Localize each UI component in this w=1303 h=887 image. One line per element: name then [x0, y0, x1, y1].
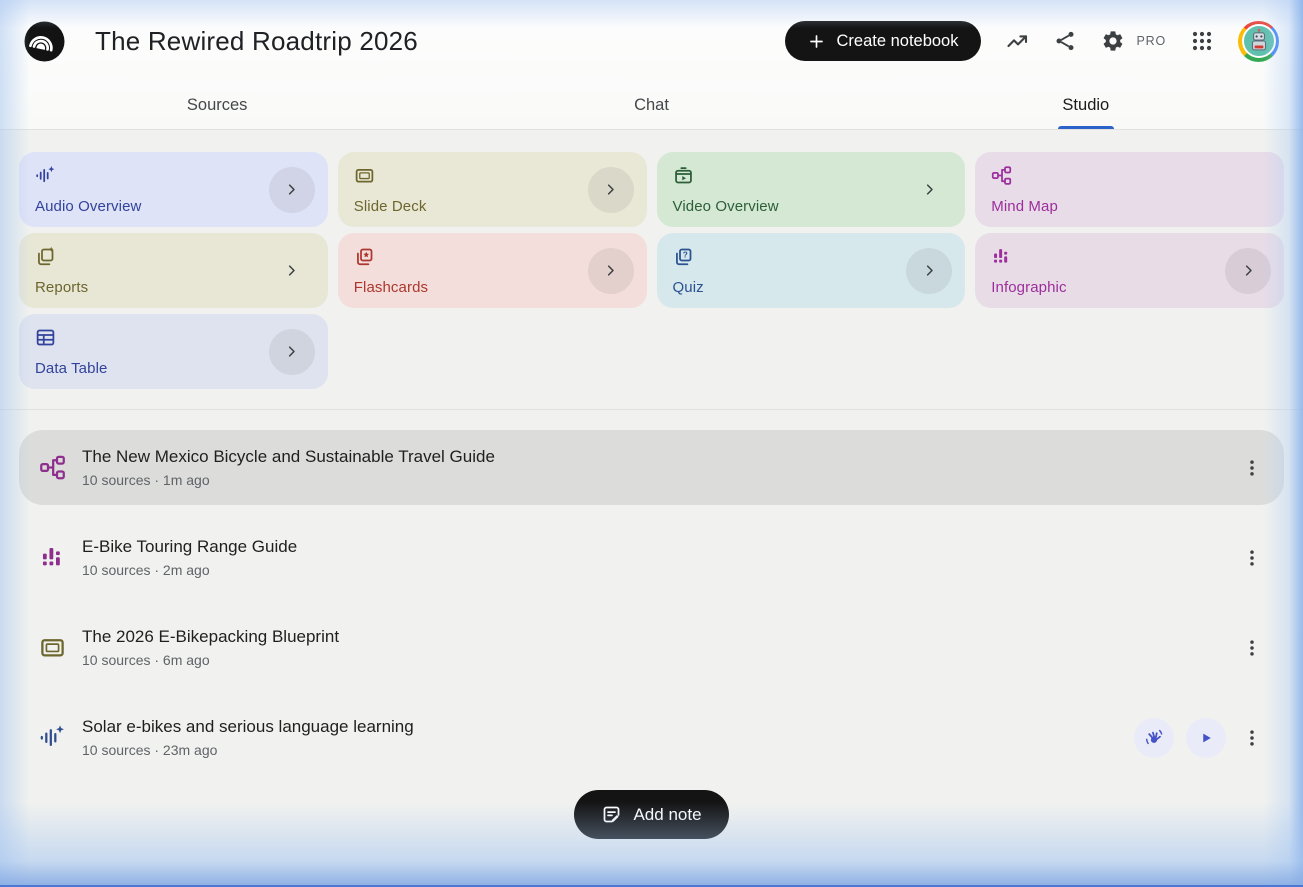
chevron-right-icon[interactable] [588, 167, 634, 213]
add-note-button[interactable]: Add note [574, 790, 728, 839]
tool-card-flashcards[interactable]: Flashcards [338, 233, 647, 308]
tool-label: Audio Overview [35, 198, 312, 215]
chevron-right-icon[interactable] [269, 248, 315, 294]
tool-label: Video Overview [673, 198, 950, 215]
video-overview-icon [673, 165, 694, 186]
audio-waveform-sparkle-icon [35, 165, 56, 186]
avatar-robot-image [1242, 24, 1276, 58]
slide-deck-icon [354, 165, 375, 186]
panel-tabs: Sources Chat Studio [0, 82, 1303, 130]
analytics-trending-icon[interactable] [1005, 29, 1029, 53]
slide-deck-icon [39, 634, 66, 661]
tool-card-slide-deck[interactable]: Slide Deck [338, 152, 647, 227]
interactive-mode-button[interactable] [1134, 718, 1174, 758]
waving-hand-icon [1143, 727, 1165, 749]
artifact-title: The 2026 E-Bikepacking Blueprint [82, 627, 339, 647]
artifact-row-audio-overview[interactable]: Solar e-bikes and serious language learn… [19, 700, 1284, 775]
pro-badge: PRO [1137, 34, 1167, 48]
chevron-right-icon[interactable] [588, 248, 634, 294]
artifact-row-mind-map[interactable]: The New Mexico Bicycle and Sustainable T… [19, 430, 1284, 505]
tab-sources[interactable]: Sources [0, 82, 434, 129]
tab-studio[interactable]: Studio [869, 82, 1303, 129]
tool-card-data-table[interactable]: Data Table [19, 314, 328, 389]
tool-card-video-overview[interactable]: Video Overview [657, 152, 966, 227]
infographic-bars-icon [39, 544, 66, 571]
play-icon [1195, 727, 1217, 749]
tool-card-infographic[interactable]: Infographic [975, 233, 1284, 308]
artifact-row-slide-deck[interactable]: The 2026 E-Bikepacking Blueprint 10 sour… [19, 610, 1284, 685]
tab-chat[interactable]: Chat [434, 82, 868, 129]
more-options-icon[interactable] [1238, 448, 1266, 488]
artifact-meta: 10 sources · 6m ago [82, 652, 339, 668]
user-avatar[interactable] [1238, 21, 1279, 62]
artifact-row-infographic[interactable]: E-Bike Touring Range Guide 10 sources · … [19, 520, 1284, 595]
flashcards-star-icon [354, 246, 375, 267]
notebooklm-logo-icon [24, 21, 65, 62]
tool-label: Slide Deck [354, 198, 631, 215]
tool-card-reports[interactable]: Reports [19, 233, 328, 308]
tool-card-audio-overview[interactable]: Audio Overview [19, 152, 328, 227]
studio-tools-grid: Audio Overview Slide Deck Video Overview [0, 130, 1303, 389]
chevron-right-icon[interactable] [906, 167, 952, 213]
chevron-right-icon[interactable] [1225, 248, 1271, 294]
artifact-title: Solar e-bikes and serious language learn… [82, 717, 414, 737]
tool-label: Infographic [991, 279, 1268, 296]
infographic-bars-icon [991, 246, 1012, 267]
settings-gear-icon[interactable] [1101, 29, 1125, 53]
mind-map-icon [991, 165, 1012, 186]
create-notebook-button[interactable]: Create notebook [785, 21, 980, 61]
artifact-meta: 10 sources · 1m ago [82, 472, 495, 488]
artifact-meta: 10 sources · 2m ago [82, 562, 297, 578]
more-options-icon[interactable] [1238, 628, 1266, 668]
share-icon[interactable] [1053, 29, 1077, 53]
tool-card-quiz[interactable]: ? Quiz [657, 233, 966, 308]
notebooklm-app: The Rewired Roadtrip 2026 Create noteboo… [0, 0, 1303, 887]
more-options-icon[interactable] [1238, 538, 1266, 578]
artifact-title: E-Bike Touring Range Guide [82, 537, 297, 557]
chevron-right-icon[interactable] [269, 329, 315, 375]
quiz-question-cards-icon: ? [673, 246, 694, 267]
note-icon [601, 804, 622, 825]
tool-label: Flashcards [354, 279, 631, 296]
app-header: The Rewired Roadtrip 2026 Create noteboo… [0, 0, 1303, 82]
reports-sparkle-icon [35, 246, 56, 267]
page-title: The Rewired Roadtrip 2026 [95, 26, 418, 57]
svg-text:?: ? [682, 250, 687, 260]
artifact-title: The New Mexico Bicycle and Sustainable T… [82, 447, 495, 467]
mind-map-icon [39, 454, 66, 481]
chevron-right-icon[interactable] [269, 167, 315, 213]
tool-label: Quiz [673, 279, 950, 296]
audio-waveform-sparkle-icon [39, 724, 66, 751]
artifacts-list: The New Mexico Bicycle and Sustainable T… [0, 410, 1303, 775]
data-table-icon [35, 327, 56, 348]
create-notebook-label: Create notebook [836, 32, 958, 51]
apps-grid-icon[interactable] [1190, 29, 1214, 53]
chevron-right-icon[interactable] [906, 248, 952, 294]
more-options-icon[interactable] [1238, 718, 1266, 758]
plus-icon [807, 32, 826, 51]
tool-label: Data Table [35, 360, 312, 377]
tool-label: Mind Map [991, 198, 1268, 215]
add-note-label: Add note [633, 805, 701, 825]
tool-card-mind-map[interactable]: Mind Map [975, 152, 1284, 227]
artifact-meta: 10 sources · 23m ago [82, 742, 414, 758]
play-button[interactable] [1186, 718, 1226, 758]
tool-label: Reports [35, 279, 312, 296]
